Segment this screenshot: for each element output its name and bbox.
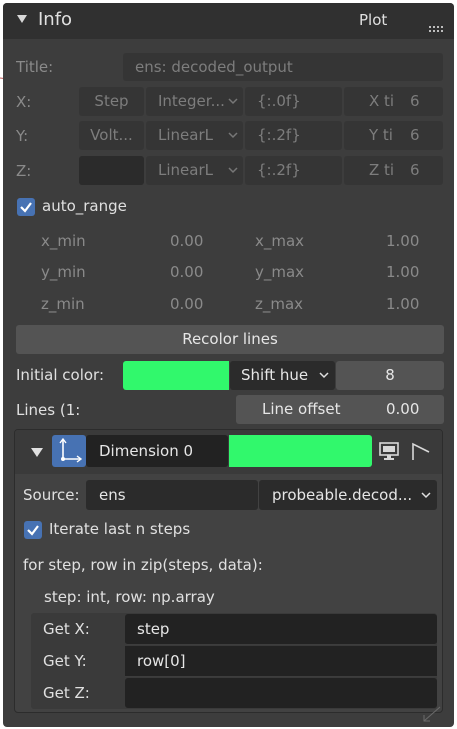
lines-label: Lines (1:	[16, 401, 81, 419]
initial-color-swatch[interactable]	[123, 361, 229, 390]
range-min-value[interactable]: 0.00	[170, 295, 203, 313]
initial-color-label: Initial color:	[16, 366, 105, 384]
range-max-label: z_max	[255, 295, 304, 313]
iterate-checkbox[interactable]	[24, 521, 42, 539]
range-max-value[interactable]: 1.00	[386, 263, 419, 281]
panel-title: Info	[38, 9, 73, 30]
axis-label: X:	[16, 93, 32, 111]
checkmark-icon	[27, 525, 39, 536]
axis-ticks-label: Y ti	[369, 126, 393, 144]
resize-corner-icon[interactable]	[420, 705, 444, 723]
axis-format-field[interactable]: {:.2f}	[245, 156, 342, 185]
title-label: Title:	[16, 58, 54, 76]
collapse-triangle-icon[interactable]	[17, 14, 27, 24]
axis-ticks-value: 6	[410, 161, 420, 179]
range-max-label: y_max	[255, 263, 305, 281]
title-field[interactable]: ens: decoded_output	[123, 53, 443, 81]
chevron-down-icon	[319, 372, 329, 379]
axis-format-field[interactable]: {:.2f}	[245, 121, 342, 150]
axis-scale-value: LinearL	[158, 126, 213, 144]
auto-range-label[interactable]: auto_range	[42, 197, 127, 215]
chevron-down-icon	[421, 492, 431, 499]
probe-dropdown[interactable]: probeable.decod...	[259, 480, 437, 510]
checkmark-icon	[20, 202, 32, 213]
source-label: Source:	[23, 486, 80, 504]
get-x-label: Get X:	[43, 620, 90, 638]
hue-mode-value: Shift hue	[241, 366, 309, 384]
axis-scale-value: LinearL	[158, 161, 213, 179]
range-max-value[interactable]: 1.00	[386, 232, 419, 250]
axis-ticks-value: 6	[410, 92, 420, 110]
get-z-field[interactable]	[125, 678, 437, 708]
axis-ticks-field[interactable]: Z ti 6	[344, 156, 443, 185]
range-min-label: z_min	[41, 295, 85, 313]
axis-ticks-field[interactable]: X ti 6	[344, 87, 443, 116]
axes-icon[interactable]	[52, 435, 86, 467]
axis-ticks-value: 6	[410, 126, 420, 144]
line-offset-label: Line offset	[262, 400, 341, 418]
cursor-select-icon[interactable]	[410, 441, 432, 463]
source-field[interactable]: ens	[86, 480, 258, 510]
panel-header[interactable]: Info Plot	[3, 3, 454, 39]
code-line-2: step: int, row: np.array	[44, 588, 215, 606]
axis-scale-value: Integer...	[158, 92, 225, 110]
recolor-lines-button[interactable]: Recolor lines	[16, 325, 444, 354]
range-min-value[interactable]: 0.00	[170, 263, 203, 281]
monitor-icon[interactable]	[378, 441, 400, 461]
get-y-label: Get Y:	[43, 652, 87, 670]
dimension-color-swatch[interactable]	[229, 435, 372, 467]
auto-range-checkbox[interactable]	[17, 198, 35, 216]
chevron-down-icon	[228, 132, 238, 139]
axis-source-field[interactable]: Step	[79, 87, 144, 116]
axis-source-field[interactable]: Volt...	[79, 121, 144, 150]
get-y-field[interactable]: row[0]	[125, 646, 437, 677]
probe-value: probeable.decod...	[272, 486, 413, 504]
tab-plot[interactable]: Plot	[359, 11, 387, 29]
chevron-down-icon	[228, 167, 238, 174]
iterate-label[interactable]: Iterate last n steps	[49, 520, 190, 538]
get-z-label: Get Z:	[43, 684, 90, 702]
dimension-name-field[interactable]: Dimension 0	[86, 435, 228, 467]
axis-source-field[interactable]	[79, 156, 144, 185]
range-max-label: x_max	[255, 232, 305, 250]
range-min-label: x_min	[41, 232, 86, 250]
axis-ticks-field[interactable]: Y ti 6	[344, 121, 443, 150]
code-line-1: for step, row in zip(steps, data):	[23, 556, 263, 574]
line-offset-value: 0.00	[386, 400, 420, 418]
hue-steps-field[interactable]: 8	[336, 361, 444, 390]
axis-format-field[interactable]: {:.0f}	[245, 87, 342, 116]
axis-label: Z:	[16, 162, 32, 180]
collapse-triangle-icon[interactable]	[31, 447, 43, 457]
range-min-label: y_min	[41, 263, 86, 281]
get-x-field[interactable]: step	[125, 614, 437, 645]
range-min-value[interactable]: 0.00	[170, 232, 203, 250]
chevron-down-icon	[228, 98, 238, 105]
range-max-value[interactable]: 1.00	[386, 295, 419, 313]
axis-ticks-label: Z ti	[369, 161, 395, 179]
line-offset-field[interactable]: Line offset 0.00	[236, 395, 444, 424]
axis-label: Y:	[16, 127, 29, 145]
axis-ticks-label: X ti	[369, 92, 395, 110]
drag-handle-icon[interactable]	[429, 18, 443, 32]
